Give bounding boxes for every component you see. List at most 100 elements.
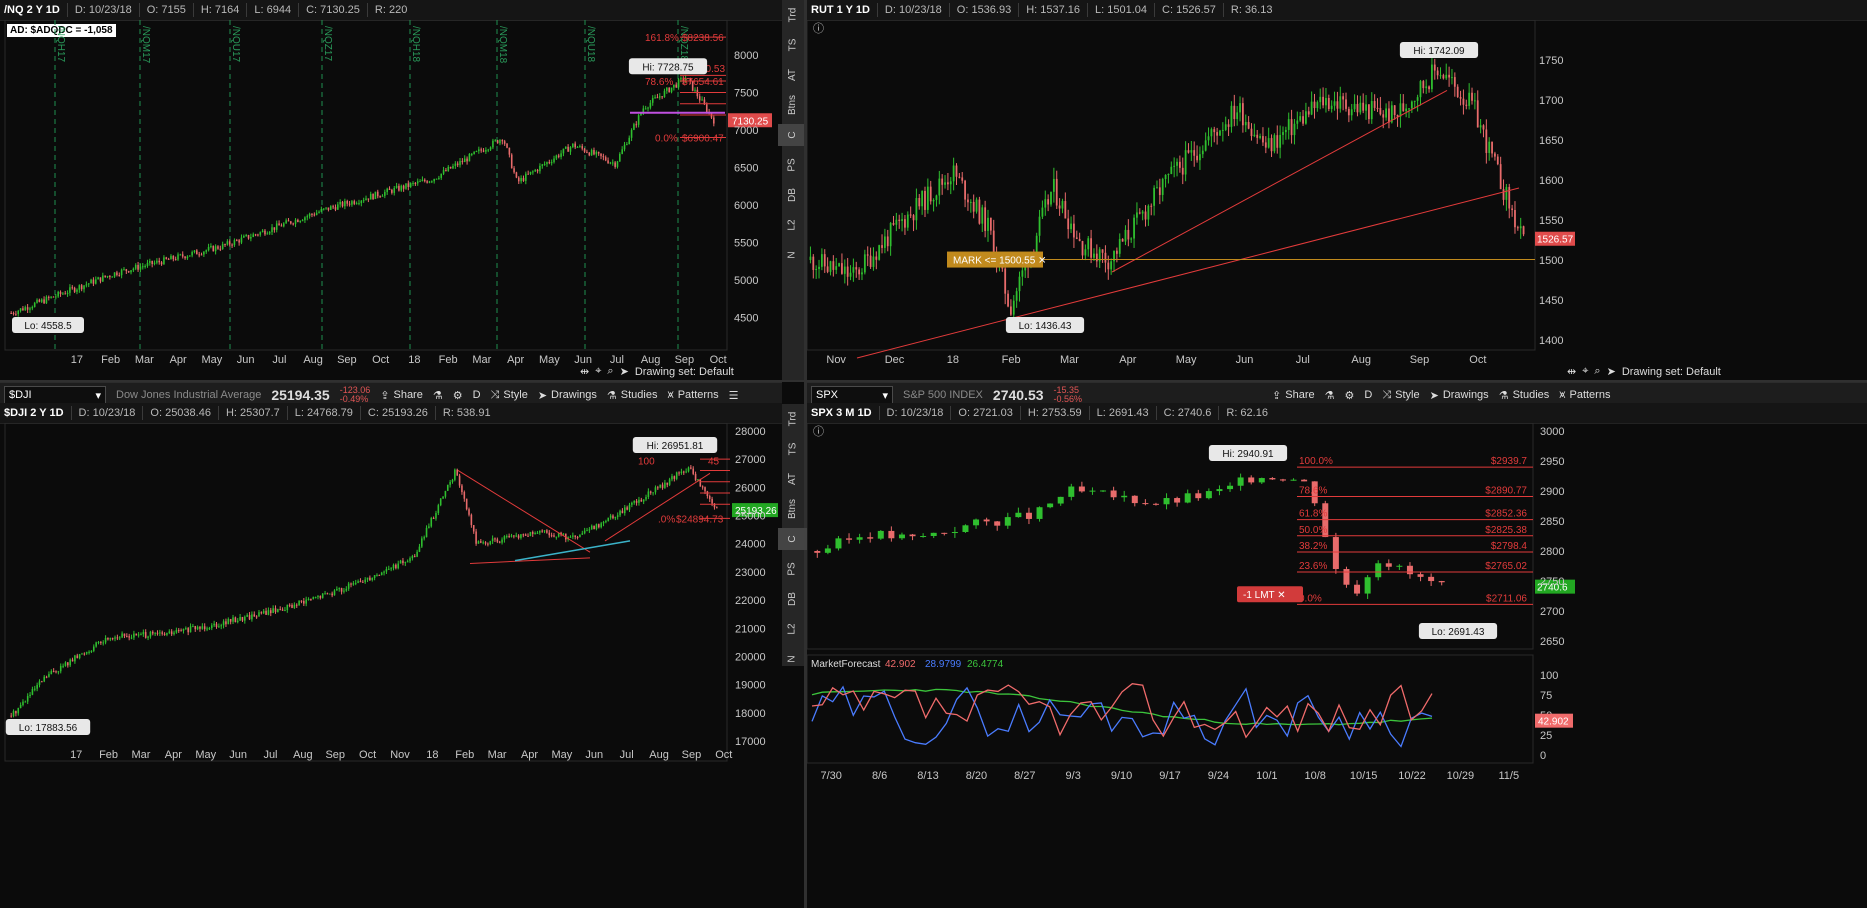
candle-body <box>1052 178 1055 192</box>
candle-body <box>10 715 12 717</box>
drawings-button[interactable]: ➤ Drawings <box>538 389 597 402</box>
candle-body <box>144 632 147 638</box>
candle-body <box>192 626 194 628</box>
candle-body <box>989 217 992 231</box>
candle-body <box>43 299 45 304</box>
zoom-icon[interactable]: ⌕ <box>1594 365 1600 378</box>
candle-body <box>1343 569 1350 585</box>
candle-body <box>1136 212 1138 218</box>
candle-body <box>262 610 265 614</box>
cursor-icon[interactable]: ➤ <box>1607 365 1616 378</box>
candle-body <box>407 183 410 187</box>
dji-x-tick: Mar <box>131 749 150 761</box>
candle-body <box>586 530 588 532</box>
side-tab-trd[interactable]: Trd <box>778 412 808 427</box>
dji-chart[interactable]: 100 45 .0% $24894.73 Hi: 26951.81 Lo: 17883.5… <box>0 423 782 908</box>
crosshair-icon[interactable]: ⌖ <box>1582 365 1588 378</box>
candle-body <box>381 195 384 197</box>
share-button[interactable]: ⇪ Share <box>380 389 423 402</box>
candle-body <box>704 487 706 492</box>
candle-body <box>45 296 48 304</box>
candle-body <box>861 272 863 275</box>
candle-body <box>252 234 255 237</box>
drawing-set-label[interactable]: Drawing set: Default <box>635 366 734 378</box>
dji-x-tick: Aug <box>293 749 313 761</box>
candle-body <box>1345 99 1347 109</box>
style-button[interactable]: ⤨ Style <box>491 389 528 402</box>
nq-x-tick: Mar <box>135 354 154 366</box>
studies-button[interactable]: ⚗ Studies <box>607 389 658 402</box>
spx-chart[interactable]: ⓘ 100.0% $2939.7 78.6% $2890.77 61.8% $2852.36… <box>807 423 1867 908</box>
aggregation-button[interactable]: D <box>473 389 481 401</box>
gear-icon[interactable]: ⚙ <box>1345 389 1355 402</box>
share-button[interactable]: ⇪ Share <box>1272 389 1315 402</box>
style-button[interactable]: ⤨ Style <box>1382 389 1419 402</box>
spx-fib-price: $2711.06 <box>1486 593 1527 604</box>
candle-body <box>1130 238 1133 240</box>
rut-header: RUT 1 Y 1D D: 10/23/18 O: 1536.93 H: 153… <box>807 0 1867 21</box>
cursor-icon[interactable]: ➤ <box>620 365 629 378</box>
nq-y-tick: 5500 <box>734 238 758 250</box>
candle-body <box>461 161 464 163</box>
candle-body <box>494 140 497 142</box>
side-tab-n[interactable]: N <box>778 655 808 662</box>
candle-body <box>1491 141 1493 154</box>
pan-icon[interactable]: ⇹ <box>1567 365 1576 378</box>
candle-body <box>952 165 955 182</box>
candle-body <box>1078 238 1081 242</box>
side-tab-db[interactable]: DB <box>778 592 808 606</box>
candle-body <box>581 533 584 535</box>
rut-chart[interactable]: MARK <= 1500.55 ✕ Hi: 1742.09 Lo: 1436.43 1… <box>807 20 1867 380</box>
candle-body <box>590 525 593 530</box>
candle-body <box>701 486 704 488</box>
candle-body <box>87 283 90 285</box>
studies-button[interactable]: ⚗ Studies <box>1499 389 1550 402</box>
nq-chart[interactable]: /NQH17/NQM17/NQU17/NQZ17/NQH18/NQM18/NQU… <box>0 20 782 380</box>
spx-symbol-input[interactable]: SPX ▾ <box>811 386 893 404</box>
candle-body <box>295 604 298 606</box>
side-tab-at[interactable]: AT <box>778 473 808 485</box>
aggregation-button[interactable]: D <box>1364 389 1372 401</box>
dji-date: D: 10/23/18 <box>78 407 136 419</box>
crosshair-icon[interactable]: ⌖ <box>595 365 601 378</box>
menu-icon[interactable]: ☰ <box>729 389 739 402</box>
zoom-icon[interactable]: ⌕ <box>607 365 613 378</box>
candle-body <box>191 252 193 256</box>
drawing-set-label[interactable]: Drawing set: Default <box>1622 366 1721 378</box>
dji-symbol-input[interactable]: $DJI ▾ <box>4 386 106 404</box>
candle-body <box>706 491 709 497</box>
candle-body <box>647 491 650 497</box>
dji-y-tick: 17000 <box>735 736 766 748</box>
candle-body <box>48 674 50 677</box>
flask-icon[interactable]: ⚗ <box>433 389 443 402</box>
patterns-button[interactable]: ⩙ Patterns <box>667 389 718 402</box>
dji-y-tick: 21000 <box>735 623 766 635</box>
candle-body <box>409 183 412 187</box>
dji-panel: $DJI ▾ Dow Jones Industrial Average 25194… <box>0 382 782 908</box>
candle-body <box>423 179 426 182</box>
candle-body <box>616 161 619 167</box>
side-tab-ps[interactable]: PS <box>778 562 808 575</box>
side-tab-c[interactable]: C <box>778 528 808 550</box>
flask-icon[interactable]: ⚗ <box>1325 389 1335 402</box>
side-tab-btns[interactable]: Btns <box>778 499 808 519</box>
patterns-button[interactable]: ⩙ Patterns <box>1559 389 1610 402</box>
candle-body <box>973 519 980 526</box>
pan-icon[interactable]: ⇹ <box>580 365 589 378</box>
candle-body <box>372 193 374 199</box>
candle-body <box>539 530 541 533</box>
side-tab-l2[interactable]: L2 <box>778 623 808 634</box>
candle-body <box>1121 495 1128 498</box>
candle-body <box>64 293 67 295</box>
candle-body <box>630 129 633 138</box>
nq-contract-label: /NQZ17 <box>322 26 333 61</box>
candle-body <box>1262 136 1264 143</box>
drawings-button[interactable]: ➤ Drawings <box>1430 389 1489 402</box>
nq-fib-pct-2: 78.6% <box>645 77 673 88</box>
gear-icon[interactable]: ⚙ <box>453 389 463 402</box>
side-tab-ts[interactable]: TS <box>778 443 808 456</box>
candle-body <box>1133 217 1135 239</box>
candle-body <box>235 240 238 242</box>
candle-body <box>1385 563 1392 567</box>
candle-body <box>232 617 234 622</box>
